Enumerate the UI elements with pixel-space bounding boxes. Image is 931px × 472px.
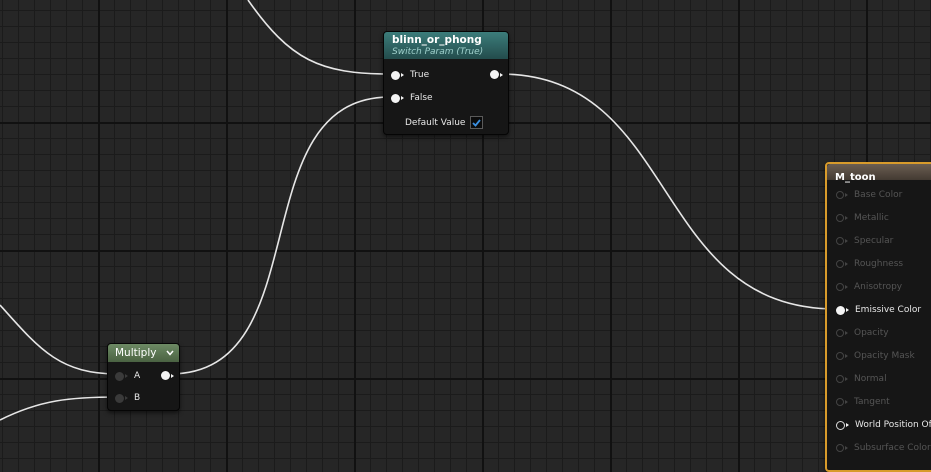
- pin-arrow-icon: [125, 396, 128, 400]
- wire-multiply-to-false: [169, 96, 391, 375]
- pin-arrow-icon: [845, 354, 848, 358]
- exec-pin-icon: [836, 329, 844, 337]
- material-pin-row[interactable]: Metallic: [836, 213, 889, 223]
- material-pin-label: Roughness: [854, 259, 904, 269]
- exec-pin-icon: [836, 375, 844, 383]
- material-pin-row[interactable]: Subsurface Color: [836, 443, 931, 453]
- exec-pin-icon: [836, 191, 844, 199]
- material-pin-row[interactable]: Normal: [836, 374, 887, 384]
- pin-false[interactable]: False: [391, 93, 433, 103]
- material-pin-label: Specular: [854, 236, 894, 246]
- pin-arrow-icon: [845, 285, 848, 289]
- output-pin[interactable]: [490, 70, 503, 79]
- exec-pin-icon: [836, 214, 844, 222]
- pin-arrow-icon: [845, 377, 848, 381]
- exec-pin-icon: [836, 283, 844, 291]
- wire-left-to-b: [0, 396, 119, 421]
- material-pin-label: Opacity: [854, 328, 889, 338]
- pin-arrow-icon: [845, 193, 848, 197]
- switch-param-node[interactable]: blinn_or_phong Switch Param (True) True …: [383, 31, 509, 135]
- material-pin-label: Opacity Mask: [854, 351, 915, 361]
- pin-arrow-icon: [846, 308, 849, 312]
- pin-a[interactable]: A: [115, 371, 140, 381]
- multiply-node-title: Multiply: [115, 346, 157, 359]
- pin-arrow-icon: [845, 262, 848, 266]
- pin-false-label: False: [410, 93, 433, 103]
- pin-arrow-icon: [125, 374, 128, 378]
- pin-arrow-icon: [845, 446, 848, 450]
- default-value-row: Default Value: [405, 116, 484, 129]
- pin-arrow-icon: [845, 239, 848, 243]
- material-pin-label: Normal: [854, 374, 887, 384]
- exec-pin-icon: [836, 352, 844, 360]
- material-pin-row[interactable]: Base Color: [836, 190, 902, 200]
- chevron-down-icon[interactable]: [166, 350, 174, 356]
- wire-top-to-true: [247, 0, 391, 75]
- multiply-node[interactable]: Multiply A B: [107, 343, 180, 411]
- pin-a-label: A: [134, 371, 141, 381]
- exec-pin-icon: [490, 70, 499, 79]
- exec-pin-icon: [836, 398, 844, 406]
- pin-arrow-icon: [401, 96, 404, 100]
- material-pin-label: Subsurface Color: [854, 443, 931, 453]
- material-pin-row[interactable]: Opacity: [836, 328, 889, 338]
- switch-node-title: blinn_or_phong: [392, 34, 482, 46]
- exec-pin-icon: [115, 393, 124, 403]
- pin-arrow-icon: [846, 423, 849, 427]
- material-pin-row[interactable]: Emissive Color: [836, 305, 921, 315]
- switch-node-subtitle: Switch Param (True): [392, 47, 484, 57]
- material-pin-label: Tangent: [854, 397, 890, 407]
- exec-pin-icon: [836, 237, 844, 245]
- pin-true-label: True: [410, 70, 430, 80]
- material-result-node[interactable]: M_toon Base Color Metallic Specular Roughne…: [825, 162, 931, 472]
- material-node-header[interactable]: M_toon: [827, 164, 931, 183]
- switch-node-header[interactable]: blinn_or_phong Switch Param (True): [384, 32, 508, 59]
- pin-arrow-icon: [500, 72, 503, 77]
- default-value-label: Default Value: [405, 117, 466, 128]
- wire-left-to-a: [0, 304, 119, 375]
- material-pin-label: Metallic: [854, 213, 889, 223]
- exec-pin-icon: [836, 444, 844, 452]
- pin-arrow-icon: [401, 73, 404, 77]
- wire-switch-to-emissive: [499, 73, 837, 310]
- exec-pin-icon: [836, 420, 845, 430]
- pin-b[interactable]: B: [115, 393, 140, 403]
- pin-b-label: B: [134, 393, 141, 403]
- multiply-output-pin[interactable]: [161, 371, 174, 380]
- exec-pin-icon: [836, 260, 844, 268]
- material-pin-row[interactable]: Opacity Mask: [836, 351, 915, 361]
- exec-pin-icon: [391, 93, 400, 103]
- material-pin-row[interactable]: Tangent: [836, 397, 890, 407]
- exec-pin-icon: [836, 305, 845, 315]
- default-value-checkbox[interactable]: [470, 116, 484, 129]
- pin-arrow-icon: [171, 373, 174, 378]
- pin-arrow-icon: [845, 400, 848, 404]
- material-pin-label: Anisotropy: [854, 282, 903, 292]
- material-pin-row[interactable]: Roughness: [836, 259, 903, 269]
- material-pin-label: World Position Offset: [855, 420, 931, 430]
- pin-arrow-icon: [845, 331, 848, 335]
- material-pin-row[interactable]: World Position Offset: [836, 420, 931, 430]
- exec-pin-icon: [161, 371, 170, 380]
- material-pin-row[interactable]: Anisotropy: [836, 282, 902, 292]
- exec-pin-icon: [115, 371, 124, 381]
- material-pin-label: Base Color: [854, 190, 903, 200]
- exec-pin-icon: [391, 70, 400, 80]
- pin-arrow-icon: [845, 216, 848, 220]
- multiply-node-header[interactable]: Multiply: [108, 344, 179, 362]
- material-pin-row[interactable]: Specular: [836, 236, 893, 246]
- checkmark-icon: [472, 118, 482, 127]
- material-node-title: M_toon: [835, 172, 876, 183]
- material-pin-label: Emissive Color: [855, 305, 922, 315]
- pin-true[interactable]: True: [391, 70, 429, 80]
